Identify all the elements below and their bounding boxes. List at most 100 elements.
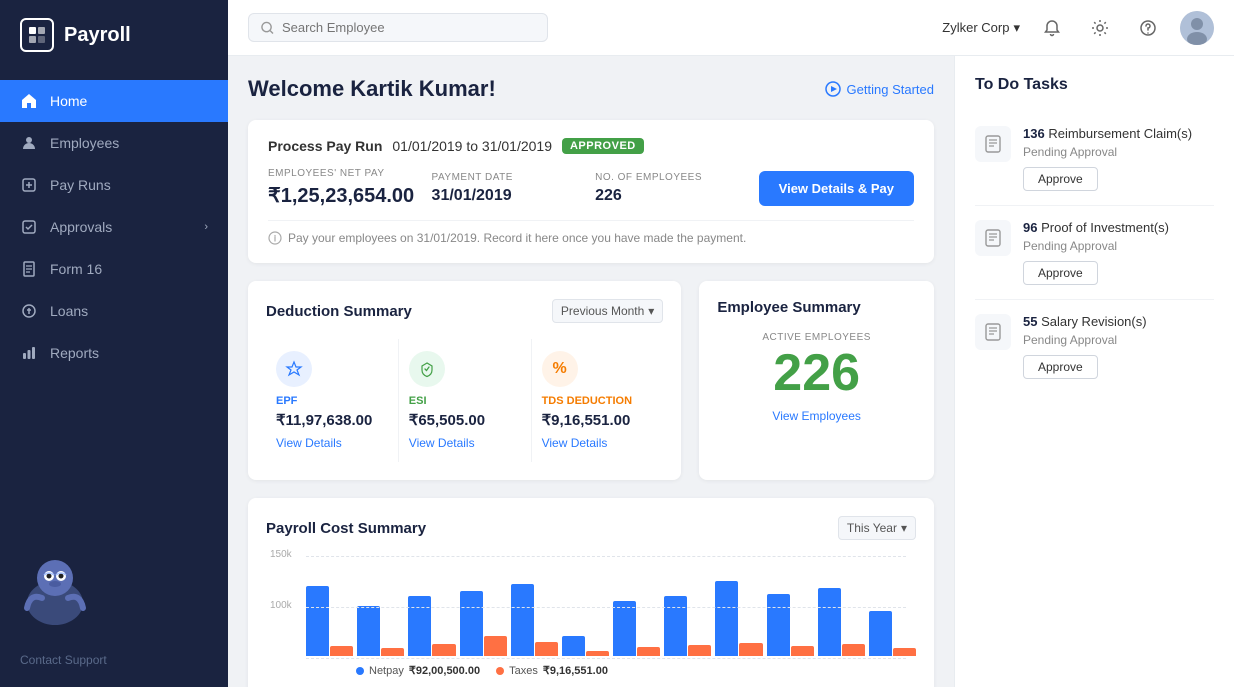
sidebar-item-home[interactable]: Home	[0, 80, 228, 122]
bar-taxes	[637, 647, 660, 656]
view-employees-link[interactable]: View Employees	[717, 409, 916, 423]
bar-group	[613, 601, 660, 656]
approve-button-reimbursement[interactable]: Approve	[1023, 167, 1098, 191]
bar-group	[357, 606, 404, 656]
esi-view-details[interactable]: View Details	[409, 436, 475, 450]
sidebar-item-label: Pay Runs	[50, 177, 111, 193]
active-employees-count: 226	[717, 347, 916, 399]
app-logo[interactable]: Payroll	[0, 0, 228, 70]
settings-button[interactable]	[1084, 12, 1116, 44]
todo-content-proof: 96 Proof of Investment(s) Pending Approv…	[1023, 220, 1214, 285]
sidebar-item-employees[interactable]: Employees	[0, 122, 228, 164]
bar-group	[408, 596, 455, 656]
bar-taxes	[330, 646, 353, 656]
bar-taxes	[586, 651, 609, 656]
tds-view-details[interactable]: View Details	[542, 436, 608, 450]
welcome-title: Welcome Kartik Kumar!	[248, 76, 496, 102]
bar-group	[562, 636, 609, 656]
gear-icon	[1091, 19, 1109, 37]
bar-netpay	[562, 636, 585, 656]
chevron-down-icon: ▾	[648, 304, 654, 318]
pay-run-date-range: 01/01/2019 to 31/01/2019	[392, 138, 552, 154]
period-selector[interactable]: Previous Month ▾	[552, 299, 663, 323]
view-details-pay-button[interactable]: View Details & Pay	[759, 171, 914, 206]
tds-name: TDS DEDUCTION	[542, 395, 654, 407]
netpay-dot	[356, 667, 364, 675]
sidebar-item-label: Reports	[50, 345, 99, 361]
loans-icon	[20, 302, 38, 320]
grid-label-150k: 150k	[270, 549, 292, 560]
main-area: Zylker Corp ▾ Welcome Kartik Kumar!	[228, 0, 1234, 687]
esi-item: ESI ₹65,505.00 View Details	[399, 339, 532, 462]
deduction-title: Deduction Summary	[266, 303, 412, 320]
help-icon	[1139, 19, 1157, 37]
sidebar-item-label: Employees	[50, 135, 119, 151]
legend-netpay-label: Netpay	[369, 665, 404, 677]
payroll-period-label: This Year	[847, 521, 897, 535]
chart-legend: Netpay ₹92,00,500.00 Taxes ₹9,16,551.00	[306, 664, 916, 677]
sidebar-item-reports[interactable]: Reports	[0, 332, 228, 374]
app-title: Payroll	[64, 24, 131, 47]
payment-date-label: PAYMENT DATE	[432, 172, 596, 183]
employee-summary-title: Employee Summary	[717, 299, 860, 316]
epf-view-details[interactable]: View Details	[276, 436, 342, 450]
logo-icon	[20, 18, 54, 52]
payroll-period-selector[interactable]: This Year ▾	[838, 516, 916, 540]
notifications-button[interactable]	[1036, 12, 1068, 44]
approvals-icon	[20, 218, 38, 236]
bar-netpay	[767, 594, 790, 656]
todo-item-reimbursement: 136 Reimbursement Claim(s) Pending Appro…	[975, 112, 1214, 206]
payroll-cost-title-row: Payroll Cost Summary This Year ▾	[266, 516, 916, 540]
content-area: Welcome Kartik Kumar! Getting Started Pr…	[228, 56, 1234, 687]
chevron-down-icon: ▾	[901, 521, 907, 535]
getting-started-button[interactable]: Getting Started	[825, 81, 934, 97]
payment-date-value: 31/01/2019	[432, 187, 596, 205]
bar-netpay	[460, 591, 483, 656]
sidebar-item-approvals[interactable]: Approvals ›	[0, 206, 228, 248]
pay-run-label: Process Pay Run	[268, 138, 382, 154]
avatar[interactable]	[1180, 11, 1214, 45]
help-button[interactable]	[1132, 12, 1164, 44]
bar-group	[306, 586, 353, 656]
legend-taxes-value: ₹9,16,551.00	[543, 664, 608, 677]
todo-content-salary: 55 Salary Revision(s) Pending Approval A…	[1023, 314, 1214, 379]
getting-started-label: Getting Started	[847, 82, 934, 97]
bar-group	[869, 611, 916, 656]
todo-sub-salary: Pending Approval	[1023, 333, 1214, 347]
approve-button-salary[interactable]: Approve	[1023, 355, 1098, 379]
employees-net-pay-value: ₹1,25,23,654.00	[268, 183, 432, 208]
todo-count-salary: 55	[1023, 314, 1037, 329]
bar-taxes	[484, 636, 507, 656]
sidebar-item-pay-runs[interactable]: Pay Runs	[0, 164, 228, 206]
todo-count-proof: 96	[1023, 220, 1037, 235]
bar-taxes	[688, 645, 711, 656]
arrow-icon: ›	[204, 221, 208, 233]
search-bar[interactable]	[248, 13, 548, 42]
todo-sub-proof: Pending Approval	[1023, 239, 1214, 253]
approve-button-proof[interactable]: Approve	[1023, 261, 1098, 285]
grid-label-100k: 100k	[270, 600, 292, 611]
bar-group	[715, 581, 762, 656]
contact-support[interactable]: Contact Support	[0, 633, 228, 687]
company-selector[interactable]: Zylker Corp ▾	[942, 20, 1020, 36]
employees-net-pay-label: EMPLOYEES' NET PAY	[268, 168, 432, 179]
sidebar-item-form16[interactable]: Form 16	[0, 248, 228, 290]
bar-netpay	[408, 596, 431, 656]
search-input[interactable]	[282, 20, 535, 35]
bar-group	[767, 594, 814, 656]
deduction-summary-card: Deduction Summary Previous Month ▾ EPF	[248, 281, 681, 480]
form16-icon	[20, 260, 38, 278]
epf-icon	[276, 351, 312, 387]
sidebar-item-loans[interactable]: Loans	[0, 290, 228, 332]
bar-taxes	[535, 642, 558, 656]
bar-group	[460, 591, 507, 656]
legend-netpay-value: ₹92,00,500.00	[409, 664, 480, 677]
bar-netpay	[869, 611, 892, 656]
bar-netpay	[511, 584, 534, 656]
header: Zylker Corp ▾	[228, 0, 1234, 56]
bar-netpay	[306, 586, 329, 656]
esi-amount: ₹65,505.00	[409, 411, 521, 429]
bar-taxes	[791, 646, 814, 656]
esi-name: ESI	[409, 395, 521, 407]
bar-netpay	[664, 596, 687, 656]
